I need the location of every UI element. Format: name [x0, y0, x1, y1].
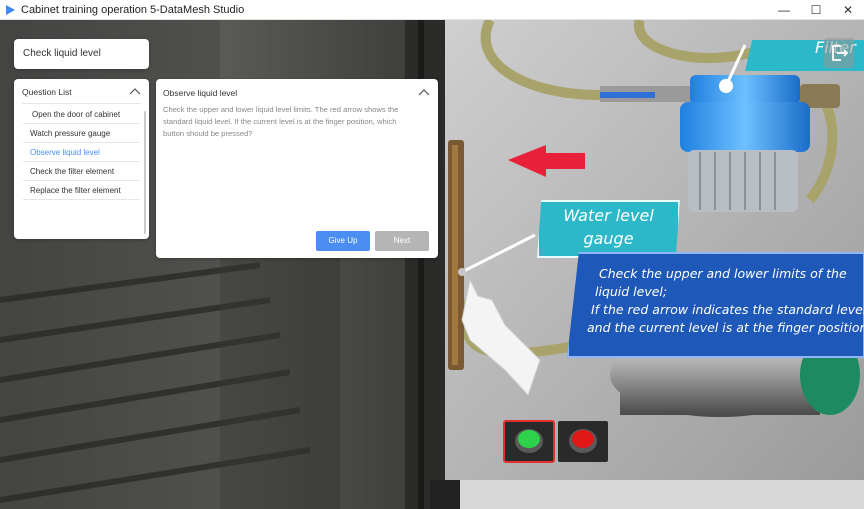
instruction-line-1: Check the upper and lower limits of the [599, 266, 847, 281]
window-titlebar: Cabinet training operation 5-DataMesh St… [0, 0, 864, 20]
question-item-open-door[interactable]: Open the door of cabinet [23, 105, 140, 124]
water-level-gauge-tag: Water level gauge [537, 200, 680, 258]
next-button[interactable]: Next [375, 231, 429, 251]
close-button[interactable]: ✕ [832, 0, 864, 20]
window-title: Cabinet training operation 5-DataMesh St… [21, 4, 245, 16]
exit-icon [832, 45, 849, 61]
question-list-title: Question List [22, 87, 72, 97]
minimize-button[interactable]: — [768, 0, 800, 20]
give-up-button[interactable]: Give Up [316, 231, 370, 251]
exit-button[interactable] [824, 38, 854, 68]
question-list-items: Open the door of cabinet Watch pressure … [23, 105, 140, 200]
instruction-line-2: liquid level; [595, 284, 668, 299]
question-list-panel: Question List Open the door of cabinet W… [14, 79, 149, 239]
water-tag-line-2: gauge [583, 229, 634, 248]
question-item-replace-filter[interactable]: Replace the filter element [23, 181, 140, 200]
chevron-up-icon[interactable] [129, 87, 141, 95]
instruction-card: Check the upper and lower limits of the … [567, 252, 864, 358]
current-task-label: Check liquid level [23, 48, 101, 59]
divider [22, 103, 141, 104]
question-item-check-filter[interactable]: Check the filter element [23, 162, 140, 181]
water-tag-line-1: Water level [563, 206, 654, 225]
question-body: Check the upper and lower liquid level l… [163, 105, 399, 138]
instruction-line-4: and the current level is at the finger p… [587, 320, 864, 335]
question-title: Observe liquid level [163, 88, 238, 98]
question-panel: Observe liquid level Check the upper and… [156, 79, 438, 258]
question-list-scrollbar[interactable] [144, 111, 146, 234]
question-item-pressure-gauge[interactable]: Watch pressure gauge [23, 124, 140, 143]
chevron-up-icon[interactable] [418, 88, 430, 96]
app-logo-icon [6, 5, 15, 15]
current-task-box: Check liquid level [14, 39, 149, 69]
instruction-line-3: If the red arrow indicates the standard … [591, 302, 864, 317]
maximize-button[interactable]: ☐ [800, 0, 832, 20]
question-item-liquid-level[interactable]: Observe liquid level [23, 143, 140, 162]
